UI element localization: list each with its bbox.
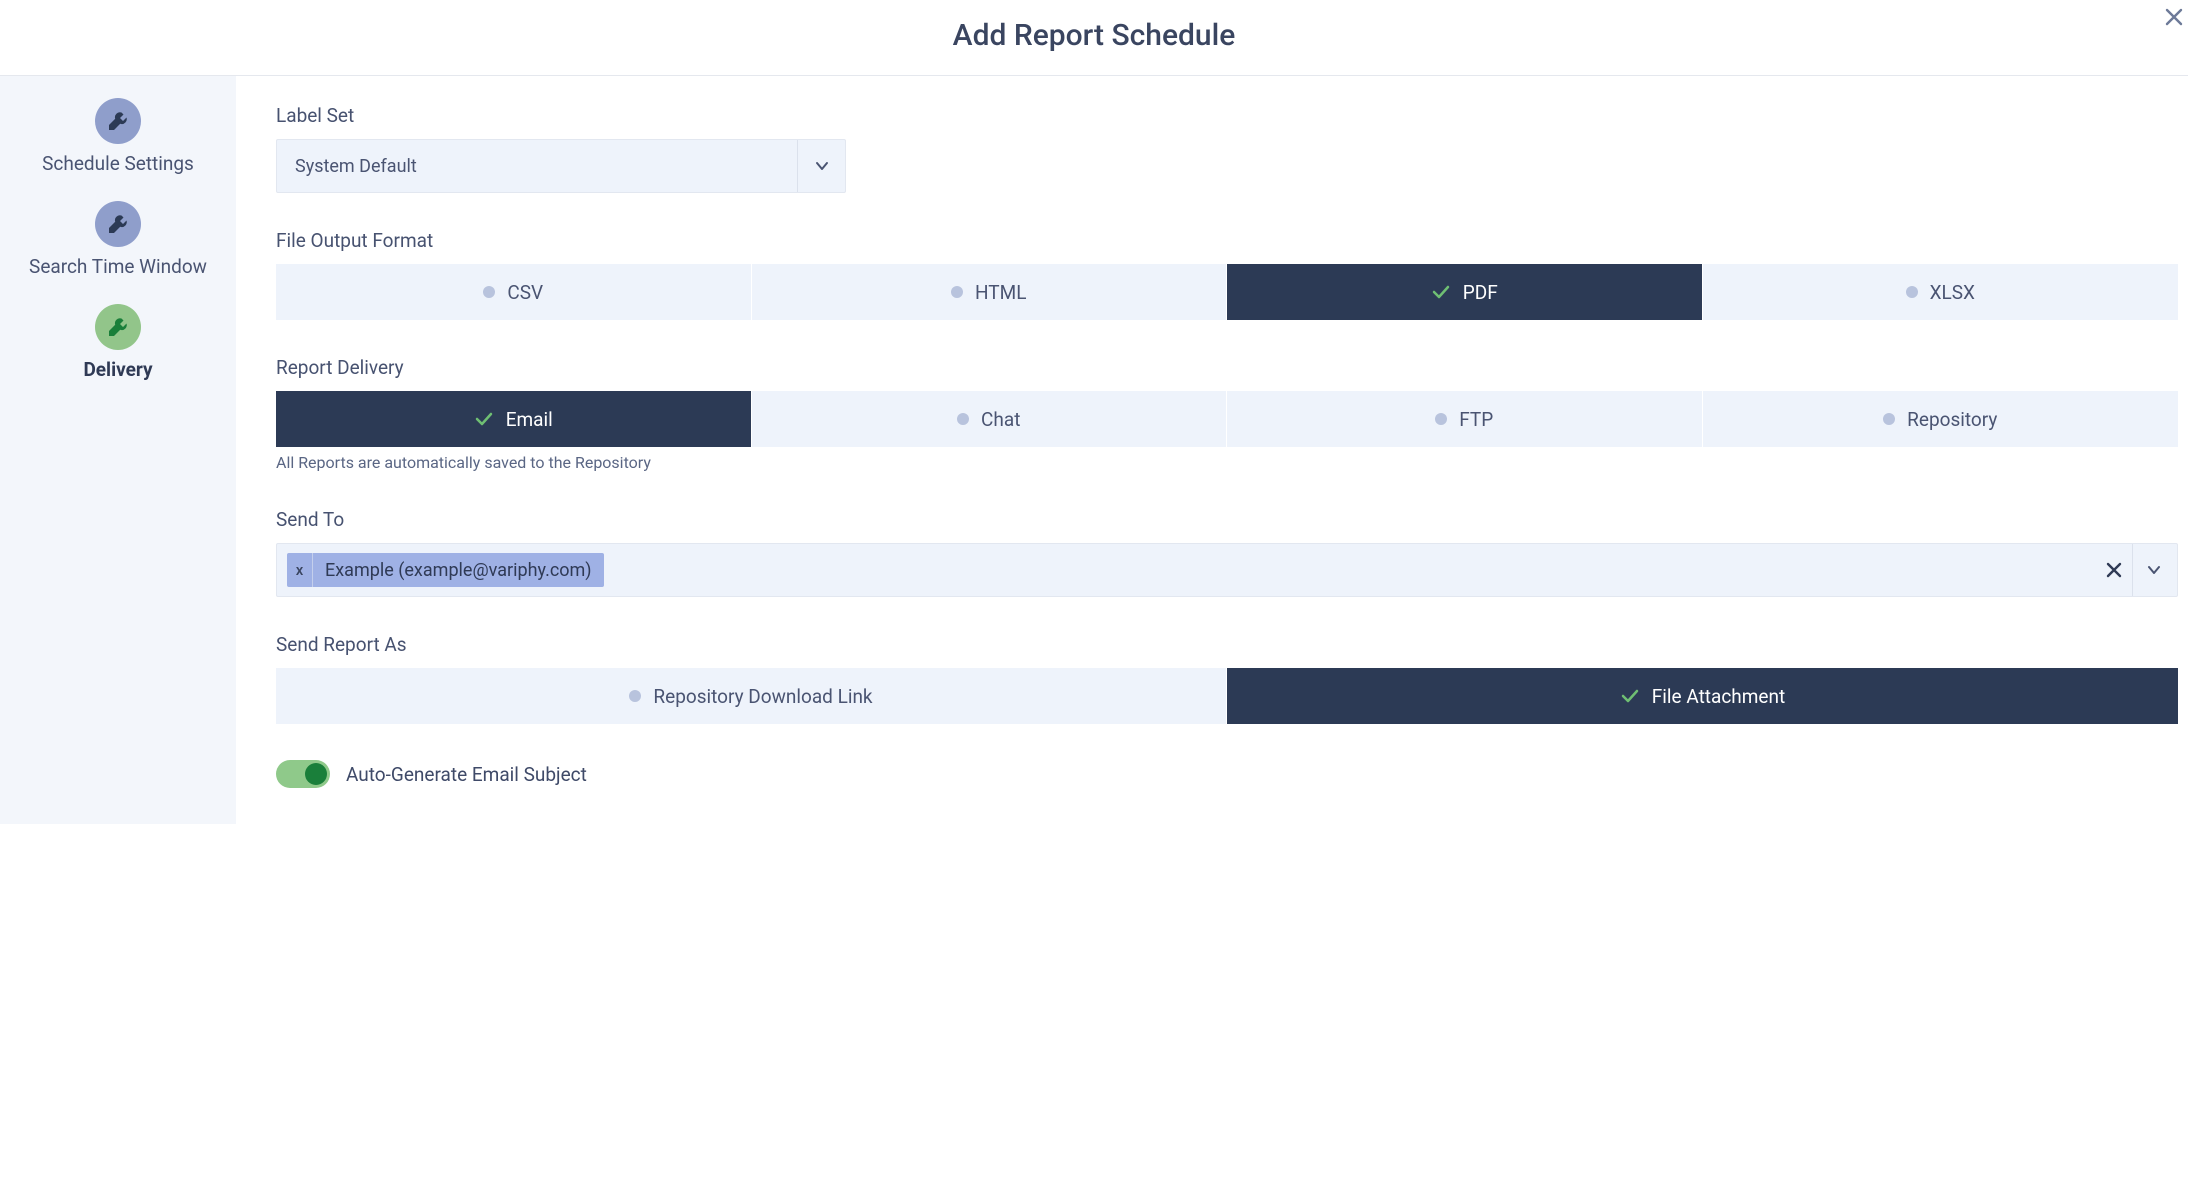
check-icon (474, 409, 494, 429)
tag-text: Example (example@variphy.com) (313, 553, 604, 587)
step-label: Search Time Window (29, 255, 207, 278)
report-delivery-label: Report Delivery (276, 356, 2178, 379)
chevron-down-icon (797, 140, 845, 192)
send-to-input[interactable]: x Example (example@variphy.com) (276, 543, 2178, 597)
option-label: CSV (507, 281, 543, 304)
toggle-knob (305, 763, 327, 785)
check-icon (1431, 282, 1451, 302)
close-icon[interactable] (2160, 0, 2188, 36)
tag-remove-icon[interactable]: x (287, 553, 313, 587)
delivery-hint: All Reports are automatically saved to t… (276, 453, 2178, 472)
chevron-down-icon[interactable] (2137, 544, 2171, 596)
delivery-chat[interactable]: Chat (752, 391, 1228, 447)
option-label: Chat (981, 408, 1020, 431)
dot-icon (1883, 413, 1895, 425)
dot-icon (1435, 413, 1447, 425)
file-output-csv[interactable]: CSV (276, 264, 752, 320)
step-delivery[interactable]: Delivery (83, 304, 152, 381)
check-icon (1620, 686, 1640, 706)
step-schedule-settings[interactable]: Schedule Settings (42, 98, 194, 175)
dot-icon (957, 413, 969, 425)
file-output-label: File Output Format (276, 229, 2178, 252)
send-as-link[interactable]: Repository Download Link (276, 668, 1227, 724)
dot-icon (629, 690, 641, 702)
dot-icon (951, 286, 963, 298)
option-label: Repository Download Link (653, 685, 872, 708)
file-output-options: CSV HTML PDF XLSX (276, 264, 2178, 320)
dot-icon (1906, 286, 1918, 298)
file-output-pdf[interactable]: PDF (1227, 264, 1703, 320)
label-set-value: System Default (277, 140, 797, 192)
file-output-html[interactable]: HTML (752, 264, 1228, 320)
option-label: File Attachment (1652, 685, 1785, 708)
main-content: Label Set System Default File Output For… (236, 76, 2188, 824)
send-to-label: Send To (276, 508, 2178, 531)
wrench-icon (95, 304, 141, 350)
send-as-attachment[interactable]: File Attachment (1227, 668, 2178, 724)
delivery-email[interactable]: Email (276, 391, 752, 447)
option-label: HTML (975, 281, 1026, 304)
option-label: Email (506, 408, 553, 431)
sidebar: Schedule Settings Search Time Window Del… (0, 76, 236, 824)
step-label: Delivery (83, 358, 152, 381)
modal-title: Add Report Schedule (0, 18, 2188, 53)
send-report-as-label: Send Report As (276, 633, 2178, 656)
option-label: Repository (1907, 408, 1997, 431)
wrench-icon (95, 201, 141, 247)
step-search-time-window[interactable]: Search Time Window (29, 201, 207, 278)
wrench-icon (95, 98, 141, 144)
label-set-label: Label Set (276, 104, 2178, 127)
step-label: Schedule Settings (42, 152, 194, 175)
delivery-repository[interactable]: Repository (1703, 391, 2179, 447)
clear-all-icon[interactable] (2096, 544, 2132, 596)
report-delivery-options: Email Chat FTP Repository (276, 391, 2178, 447)
label-set-select[interactable]: System Default (276, 139, 846, 193)
delivery-ftp[interactable]: FTP (1227, 391, 1703, 447)
file-output-xlsx[interactable]: XLSX (1703, 264, 2179, 320)
option-label: FTP (1459, 408, 1493, 431)
auto-generate-subject-toggle[interactable] (276, 760, 330, 788)
dot-icon (483, 286, 495, 298)
send-report-as-options: Repository Download Link File Attachment (276, 668, 2178, 724)
auto-generate-subject-label: Auto-Generate Email Subject (346, 763, 587, 786)
recipient-tag: x Example (example@variphy.com) (287, 553, 604, 587)
option-label: XLSX (1930, 281, 1975, 304)
modal-header: Add Report Schedule (0, 0, 2188, 76)
option-label: PDF (1463, 281, 1498, 304)
